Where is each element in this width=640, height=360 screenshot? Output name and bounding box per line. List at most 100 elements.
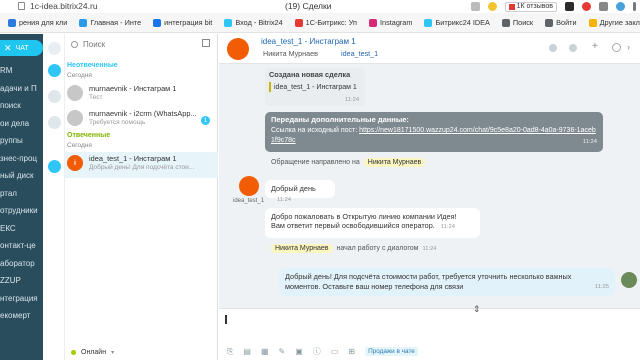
bookmark-item[interactable]: Вход - Bitrix24 [218,13,288,32]
item-subtext: Добрый день! Для подсчёта стои... [89,164,195,171]
nav-item[interactable]: RM [0,66,43,75]
profile-icon[interactable] [616,2,625,11]
started-line: Никита Мурнаев начал работу с диалогом 1… [271,244,437,253]
bookmark-item[interactable]: 1С-Битрикс: Уп [289,13,363,32]
template-icon[interactable]: ⊞ [348,347,355,356]
image-icon[interactable]: ▣ [295,347,303,356]
nav-item[interactable]: руппы [0,136,43,145]
bookmark-icon [369,18,377,27]
nav-item[interactable]: ои дела [0,119,43,128]
bookmark-label: Вход - Bitrix24 [235,18,283,27]
left-nav: ✕ ЧАТ RM адачи и П поиск ои дела руппы знес-п… [0,34,43,360]
quick-answers-icon[interactable]: ▦ [261,347,269,356]
deal-created-title: Создана новая сделка [269,70,351,79]
bookmark-item[interactable]: Главная - Инте [73,13,147,32]
star-icon[interactable] [487,2,497,11]
message-text: Добрый день! Для подсчёта стоимости рабо… [285,272,572,291]
header-icon[interactable] [569,44,577,52]
nav-item[interactable]: поиск [0,101,43,110]
search-bar[interactable]: Поиск [65,34,218,54]
nav-item[interactable]: екомерт [0,311,43,320]
bookmark-icon [153,18,162,27]
chat-title[interactable]: idea_test_1 - Инстаграм 1 [261,37,356,46]
bookmark-item[interactable]: Instagram [363,13,418,32]
deal-created-card: Создана новая сделка idea_test_1 - Инста… [265,68,365,106]
member-1[interactable]: Никита Мурнаев [263,49,318,58]
list-item[interactable]: murnaevnik - i2crm (WhatsApp... Требуетс… [65,107,218,133]
message-time: 11:24 [345,97,360,103]
chat-nav-button[interactable]: ✕ ЧАТ [0,40,43,56]
nav-item[interactable]: ный диск [0,171,43,180]
date-label: Сегодня [67,142,92,149]
search-icon [71,40,78,48]
bookmark-item[interactable]: интеграция bit [147,13,218,32]
operator-name-badge[interactable]: Никита Мурнаев [271,244,333,253]
edit-icon[interactable]: ✎ [279,347,286,356]
contact-avatar: i [67,155,83,171]
header-icon[interactable] [549,44,557,52]
nav-item[interactable]: знес-проц [0,154,43,163]
message-textarea[interactable] [225,315,227,324]
bookmarks-bar: рения для кли Главная - Инте интеграция bi… [0,13,640,33]
message-input-area[interactable]: ⇕ ⎘ ▤ ▦ ✎ ▣ ⓘ ▭ ⊞ Продажи в чате [219,304,640,360]
extra-data-title: Переданы дополнительные данные: [271,115,409,124]
nav-item[interactable]: адачи и П [0,84,43,93]
operator-name-badge[interactable]: Никита Мурнаев [363,158,426,167]
more-icon[interactable] [612,43,621,52]
nav-item[interactable]: ртал [0,189,43,198]
compose-icon[interactable] [202,39,210,47]
bookmark-label: 1С-Битрикс: Уп [305,18,357,27]
bookmark-label: Главная - Инте [90,18,142,27]
sales-in-chat-button[interactable]: Продажи в чате [365,347,418,356]
nav-item[interactable]: аборатор [0,259,43,268]
nav-item[interactable]: ZZUP [0,276,43,285]
member-2[interactable]: idea_test_1 [341,49,378,58]
extension-red-icon[interactable] [582,2,591,11]
nav-item[interactable]: отрудники [0,206,43,215]
chevron-down-icon: ▾ [111,350,115,356]
search-input[interactable]: Поиск [83,40,105,49]
chat-label: ЧАТ [15,44,29,52]
openlines-icon[interactable] [48,64,61,77]
resize-handle-icon[interactable]: ⇕ [473,304,481,315]
browser-titlebar: 1c-idea.bitrix24.ru (19) Сделки 1К отзыв… [0,0,640,13]
notify-icon[interactable] [48,90,61,103]
add-user-icon[interactable]: + [592,41,598,52]
bookmark-item[interactable]: Поиск [496,13,539,32]
bookmark-item[interactable]: Другие закладки [583,13,640,32]
form-icon[interactable]: ▤ [243,347,251,356]
key-icon[interactable] [470,2,480,11]
list-item[interactable]: i idea_test_1 - Инстаграм 1 Добрый день!… [65,152,218,178]
nav-item[interactable]: ЕКС [0,224,43,233]
info-icon[interactable]: ⓘ [313,346,321,357]
close-icon[interactable]: ✕ [4,43,12,54]
menu-icon[interactable] [633,2,636,11]
list-item[interactable]: murnaevnik - Инстаграм 1 Тест [65,82,218,108]
chat-panel: idea_test_1 - Инстаграм 1 Никита Мурнаев… [219,34,640,360]
video-icon[interactable]: ▭ [331,347,339,356]
address-bar[interactable]: 1c-idea.bitrix24.ru [30,1,98,11]
bookmark-item[interactable]: Войти [539,13,582,32]
bookmark-item[interactable]: рения для кли [2,13,73,32]
bookmark-icon [545,18,554,27]
nav-item[interactable]: онтакт-це [0,241,43,250]
bookmark-item[interactable]: Битрикс24 IDEA [418,13,495,32]
started-text: начал работу с диалогом [336,245,419,252]
message-time: 11:24 [277,197,292,203]
nav-item[interactable]: нтеграция [0,294,43,303]
answered-header: Отвеченные [67,132,111,139]
whatsapp-avatar [67,110,83,126]
reviews-button[interactable]: 1К отзывов [504,1,557,12]
bell-icon[interactable] [48,116,61,129]
close-chat-icon[interactable]: › [627,42,630,52]
counter-icon[interactable] [48,160,61,173]
attach-icon[interactable]: ⎘ [227,347,233,357]
deal-link[interactable]: idea_test_1 - Инстаграм 1 [274,84,357,91]
status-selector[interactable]: Онлайн ▾ [71,349,114,356]
chat-rail-icon[interactable] [48,42,61,55]
bookmark-icon [424,18,433,27]
puzzle-icon[interactable] [599,2,608,11]
bookmark-label: Instagram [380,18,413,27]
message-area: Создана новая сделка idea_test_1 - Инста… [219,64,640,318]
extension-icon[interactable] [565,2,574,11]
